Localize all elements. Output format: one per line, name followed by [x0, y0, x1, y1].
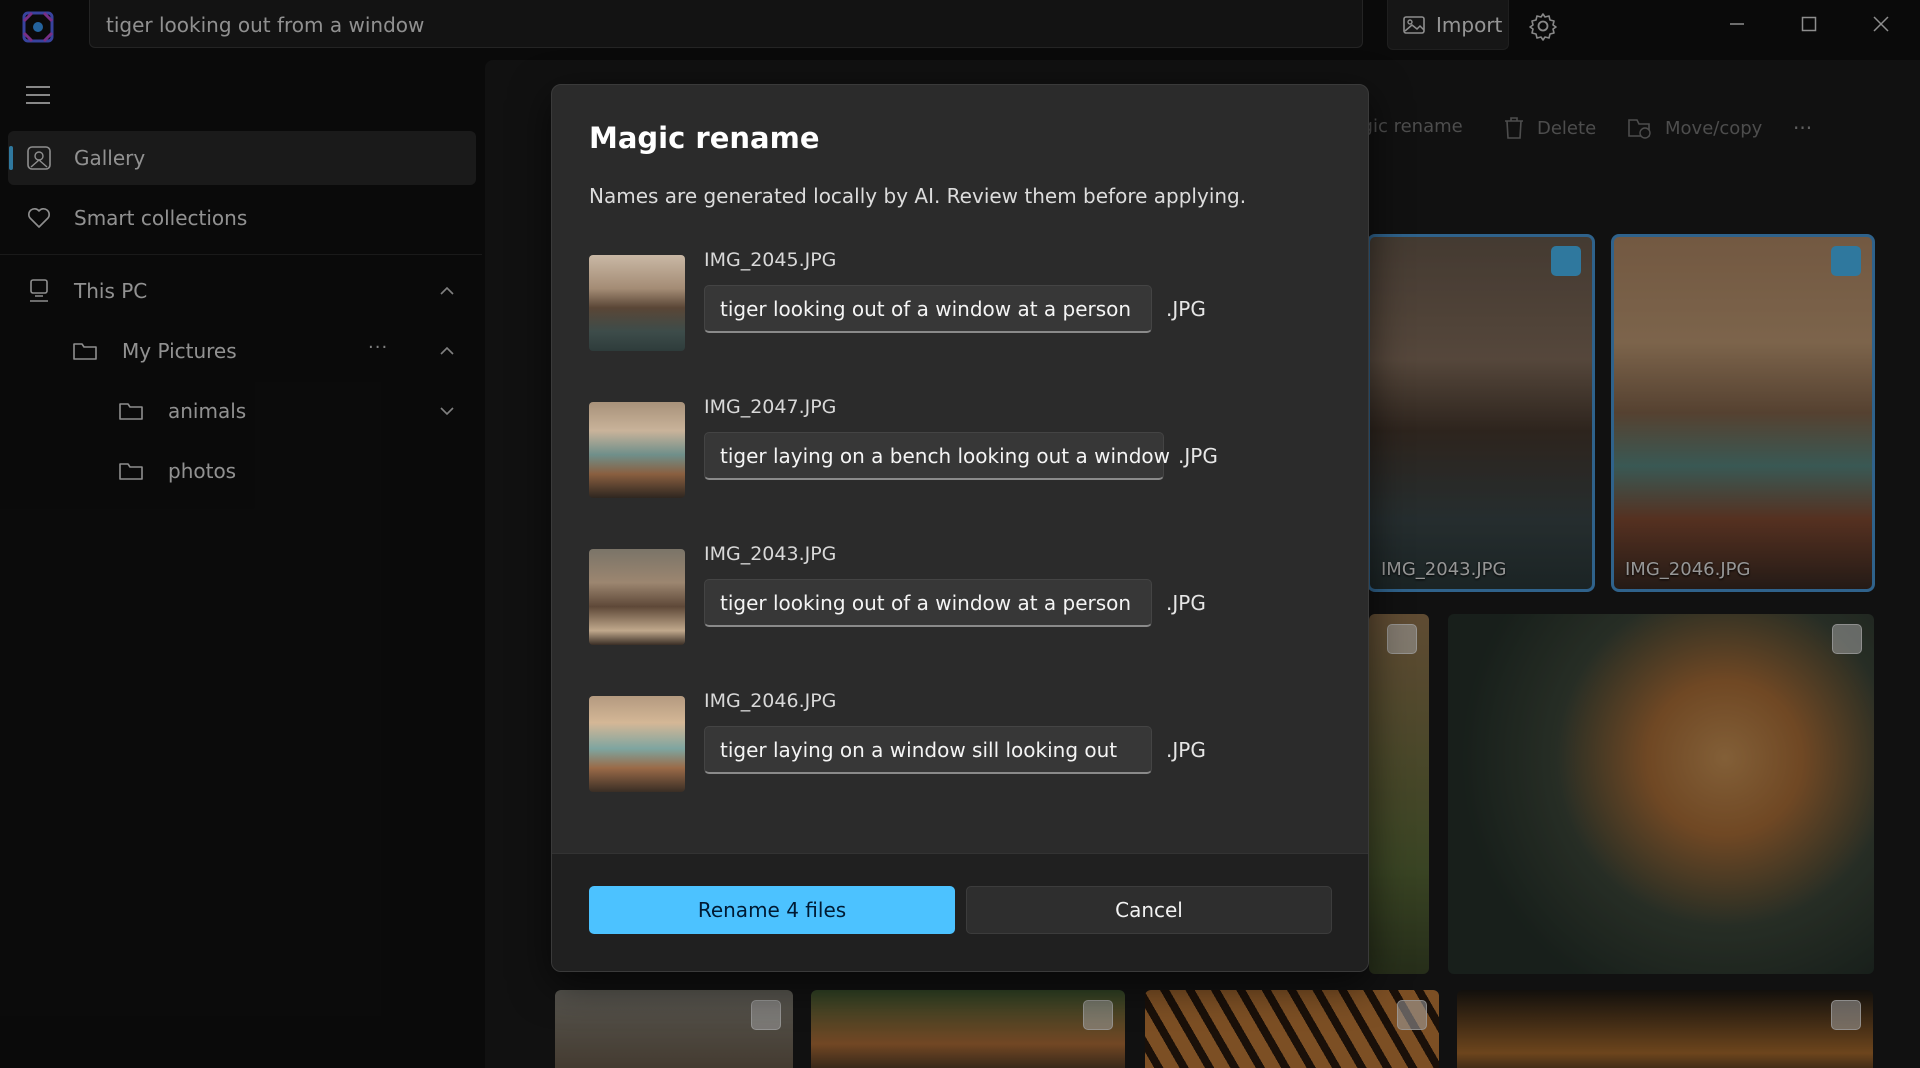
photo-thumbnail [589, 255, 685, 351]
original-filename: IMG_2043.JPG [704, 543, 837, 565]
magic-rename-dialog: Magic rename Names are generated locally… [551, 84, 1369, 972]
rename-files-button[interactable]: Rename 4 files [589, 886, 955, 934]
new-name-value: tiger laying on a bench looking out a wi… [720, 444, 1170, 468]
new-name-input[interactable]: tiger laying on a window sill looking ou… [704, 726, 1152, 774]
rename-row: IMG_2043.JPG tiger looking out of a wind… [589, 543, 1349, 649]
new-name-input[interactable]: tiger laying on a bench looking out a wi… [704, 432, 1170, 480]
file-extension: .JPG [1166, 738, 1206, 762]
new-name-value: tiger looking out of a window at a perso… [720, 591, 1132, 615]
new-name-value: tiger laying on a window sill looking ou… [720, 738, 1118, 762]
rename-row: IMG_2047.JPG tiger laying on a bench loo… [589, 396, 1349, 502]
original-filename: IMG_2045.JPG [704, 249, 837, 271]
cancel-button[interactable]: Cancel [966, 886, 1332, 934]
dialog-footer: Rename 4 files Cancel [552, 853, 1368, 971]
photo-thumbnail [589, 696, 685, 792]
new-name-value: tiger looking out of a window at a perso… [720, 297, 1132, 321]
photo-thumbnail [589, 549, 685, 645]
dialog-description: Names are generated locally by AI. Revie… [589, 184, 1247, 208]
rename-row: IMG_2046.JPG tiger laying on a window si… [589, 690, 1349, 796]
new-name-input[interactable]: tiger looking out of a window at a perso… [704, 579, 1152, 627]
rename-row: IMG_2045.JPG tiger looking out of a wind… [589, 249, 1349, 355]
original-filename: IMG_2047.JPG [704, 396, 837, 418]
photo-thumbnail [589, 402, 685, 498]
file-extension: .JPG [1178, 444, 1218, 468]
file-extension: .JPG [1166, 591, 1206, 615]
dialog-title: Magic rename [589, 121, 820, 155]
original-filename: IMG_2046.JPG [704, 690, 837, 712]
file-extension: .JPG [1166, 297, 1206, 321]
new-name-input[interactable]: tiger looking out of a window at a perso… [704, 285, 1152, 333]
